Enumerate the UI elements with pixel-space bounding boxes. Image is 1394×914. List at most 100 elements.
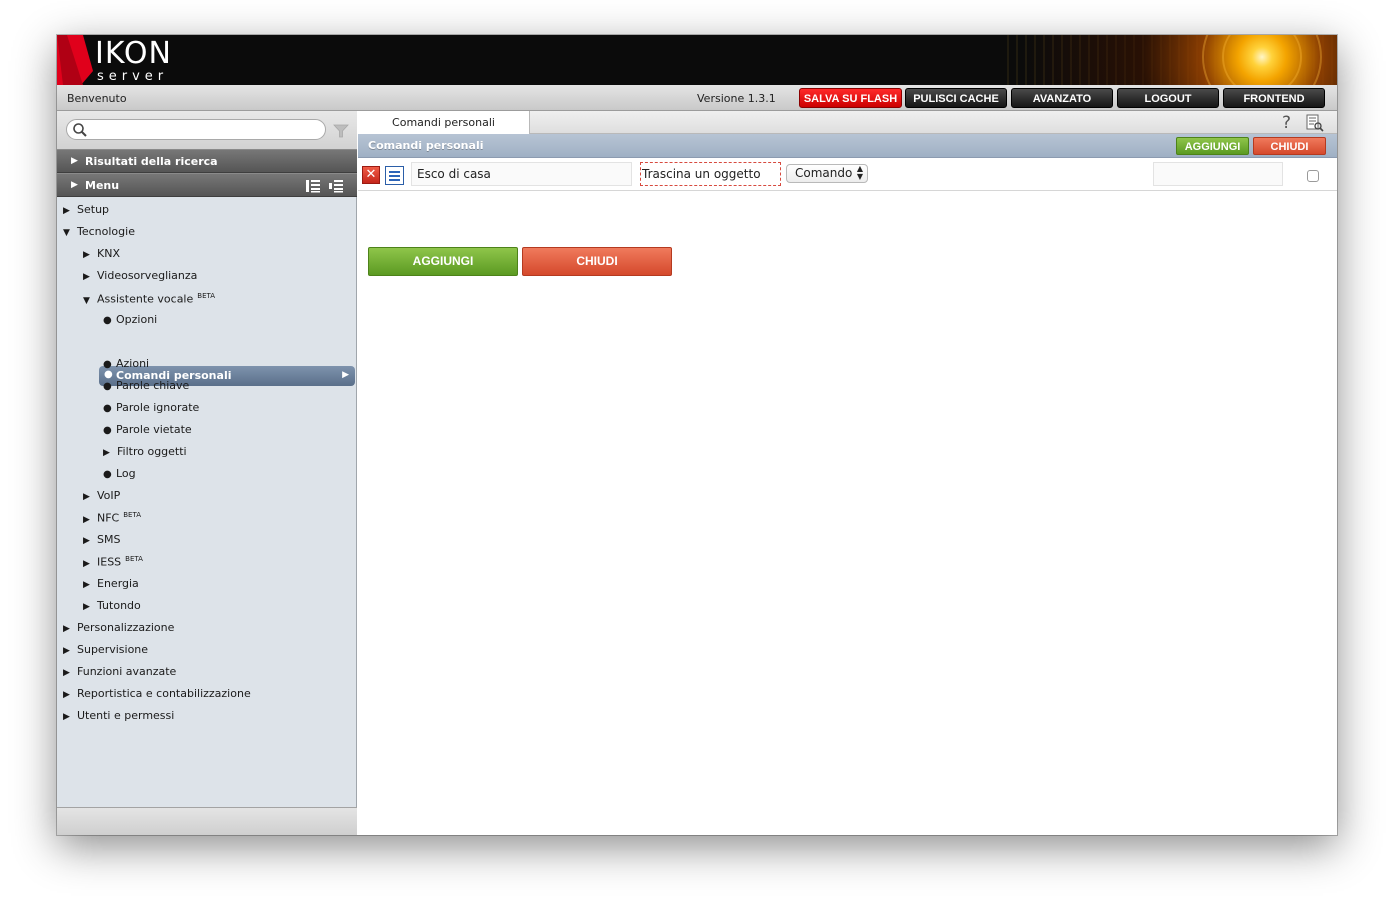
tree-item-parole-chiave[interactable]: ● Parole chiave	[103, 379, 189, 397]
expand-arrow-icon: ▶	[63, 668, 70, 678]
welcome-text: Benvenuto	[67, 92, 127, 105]
tree-item-energia[interactable]: ▶ Energia	[83, 577, 139, 595]
search-box[interactable]	[66, 119, 326, 140]
tree-item-utenti-permessi[interactable]: ▶ Utenti e permessi	[63, 709, 174, 727]
advanced-button[interactable]: AVANZATO	[1011, 88, 1113, 108]
expand-arrow-icon: ▶	[83, 536, 90, 546]
expand-arrow-icon: ▶	[63, 646, 70, 656]
title-close-button[interactable]: CHIUDI	[1253, 137, 1326, 155]
help-icon[interactable]: ?	[1282, 113, 1291, 133]
menu-arrow-icon: ▶	[71, 180, 78, 190]
delete-row-icon[interactable]: ✕	[362, 166, 380, 184]
expand-arrow-icon: ▶	[103, 448, 110, 458]
tree-item-azioni[interactable]: ● Azioni	[103, 357, 149, 375]
filter-icon[interactable]	[333, 123, 349, 139]
tree-item-log[interactable]: ● Log	[103, 467, 136, 485]
tree-item-tecnologie[interactable]: ▼ Tecnologie	[63, 225, 135, 243]
tree-item-knx[interactable]: ▶ KNX	[83, 247, 120, 265]
bullet-icon: ●	[103, 403, 112, 414]
extra-value-input[interactable]	[1153, 162, 1283, 186]
tree-item-setup[interactable]: ▶ Setup	[63, 203, 109, 221]
row-checkbox[interactable]	[1307, 170, 1319, 182]
tree-item-reportistica[interactable]: ▶ Reportistica e contabilizzazione	[63, 687, 251, 705]
beta-badge: BETA	[197, 292, 216, 300]
beta-badge: BETA	[125, 555, 143, 563]
tree-item-parole-ignorate[interactable]: ● Parole ignorate	[103, 401, 199, 419]
select-arrows-icon: ▲ ▼	[856, 164, 863, 181]
log-list-icon[interactable]	[1306, 114, 1324, 132]
version-text: Versione 1.3.1	[697, 92, 776, 105]
tree-item-iess[interactable]: ▶ IESS BETA	[83, 555, 143, 573]
search-icon	[73, 123, 87, 137]
search-input[interactable]	[93, 122, 321, 138]
search-results-bar[interactable]: ▶ Risultati della ricerca	[57, 149, 357, 173]
header-decoration	[1007, 35, 1337, 85]
sidebar: ▶ Risultati della ricerca ▶ Menu ▶ Setup …	[57, 111, 357, 835]
save-flash-button[interactable]: SALVA SU FLASH	[799, 88, 902, 108]
search-results-label: Risultati della ricerca	[85, 155, 218, 168]
tree-item-assistente-vocale[interactable]: ▼ Assistente vocale BETA	[83, 292, 215, 310]
command-phrase-input[interactable]: Esco di casa	[411, 162, 632, 186]
clear-cache-button[interactable]: PULISCI CACHE	[905, 88, 1007, 108]
app-window: IKON server Benvenuto Versione 1.3.1 SAL…	[57, 35, 1337, 835]
tab-bar: Comandi personali ?	[358, 111, 1337, 134]
app-header: IKON server	[57, 35, 1337, 85]
beta-badge: BETA	[123, 511, 141, 519]
bullet-icon: ●	[103, 381, 112, 392]
main-panel: Comandi personali ? Comandi personali AG…	[358, 111, 1337, 835]
tree-item-opzioni[interactable]: ● Opzioni	[103, 313, 157, 331]
bullet-icon: ●	[103, 359, 112, 370]
object-drop-zone[interactable]: Trascina un oggetto	[640, 162, 781, 186]
close-button[interactable]: CHIUDI	[522, 247, 672, 276]
command-type-select[interactable]: Comando ▲ ▼	[786, 164, 868, 183]
collapse-arrow-icon: ▼	[63, 228, 70, 238]
expand-arrow-icon: ▶	[63, 624, 70, 634]
search-results-arrow-icon: ▶	[71, 156, 78, 166]
expand-arrow-icon: ▶	[83, 602, 90, 612]
expand-arrow-icon: ▶	[63, 712, 70, 722]
list-icon[interactable]	[385, 166, 404, 185]
selected-arrow-icon: ▶	[342, 370, 349, 380]
expand-arrow-icon: ▶	[83, 492, 90, 502]
tree-item-nfc[interactable]: ▶ NFC BETA	[83, 511, 141, 529]
expand-arrow-icon: ▶	[83, 580, 90, 590]
top-toolbar: Benvenuto Versione 1.3.1 SALVA SU FLASH …	[57, 85, 1337, 111]
logo-server: server	[97, 69, 169, 84]
logout-button[interactable]: LOGOUT	[1117, 88, 1219, 108]
expand-arrow-icon: ▶	[83, 272, 90, 282]
tree-item-personalizzazione[interactable]: ▶ Personalizzazione	[63, 621, 174, 639]
tree-item-sms[interactable]: ▶ SMS	[83, 533, 120, 551]
page-title: Comandi personali	[368, 139, 484, 152]
tree-item-voip[interactable]: ▶ VoIP	[83, 489, 120, 507]
expand-arrow-icon: ▶	[83, 558, 90, 569]
tree-item-funzioni-avanzate[interactable]: ▶ Funzioni avanzate	[63, 665, 176, 683]
tree-item-filtro-oggetti[interactable]: ▶ Filtro oggetti	[103, 445, 187, 463]
add-button[interactable]: AGGIUNGI	[368, 247, 518, 276]
collapse-all-icon[interactable]	[328, 178, 344, 194]
command-type-value: Comando	[795, 166, 853, 180]
command-row: ✕ Esco di casa Trascina un oggetto Coman…	[358, 158, 1337, 191]
tree-item-parole-vietate[interactable]: ● Parole vietate	[103, 423, 192, 441]
sidebar-footer	[57, 807, 357, 835]
logo-ikon: IKON	[95, 36, 172, 71]
collapse-arrow-icon: ▼	[83, 295, 90, 306]
search-bar	[57, 111, 357, 149]
expand-arrow-icon: ▶	[63, 690, 70, 700]
expand-arrow-icon: ▶	[83, 514, 90, 525]
bullet-icon: ●	[103, 425, 112, 436]
tree-item-videosorveglianza[interactable]: ▶ Videosorveglianza	[83, 269, 197, 287]
logo: IKON server	[95, 36, 172, 84]
tree-item-tutondo[interactable]: ▶ Tutondo	[83, 599, 141, 617]
expand-arrow-icon: ▶	[63, 206, 70, 216]
bullet-icon: ●	[103, 315, 112, 326]
page-title-bar: Comandi personali AGGIUNGI CHIUDI	[358, 134, 1337, 158]
tab-comandi-personali[interactable]: Comandi personali	[358, 111, 530, 134]
menu-label: Menu	[85, 179, 120, 192]
title-add-button[interactable]: AGGIUNGI	[1176, 137, 1249, 155]
bullet-icon: ●	[103, 469, 112, 480]
frontend-button[interactable]: FRONTEND	[1223, 88, 1325, 108]
tree-item-supervisione[interactable]: ▶ Supervisione	[63, 643, 148, 661]
expand-arrow-icon: ▶	[83, 250, 90, 260]
expand-all-icon[interactable]	[305, 178, 321, 194]
menu-bar[interactable]: ▶ Menu	[57, 173, 357, 197]
